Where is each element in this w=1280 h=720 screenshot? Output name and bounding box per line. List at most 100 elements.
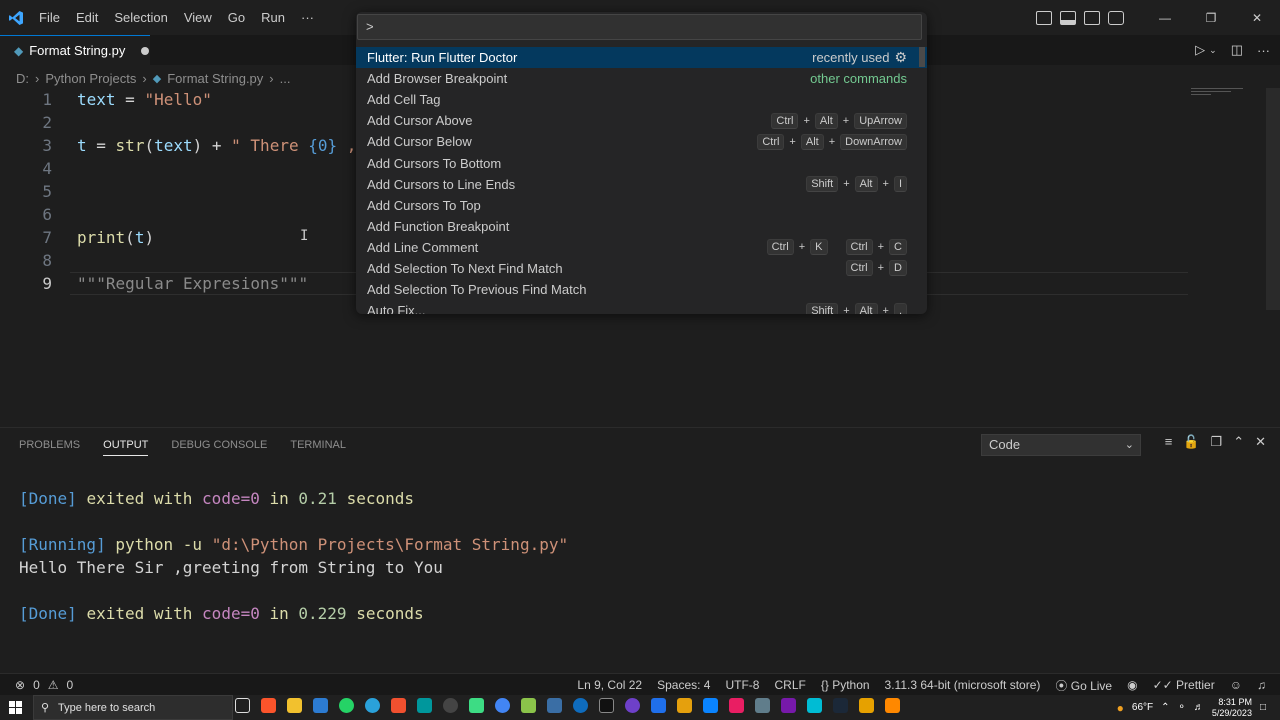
command-list-scrollbar[interactable] (919, 47, 925, 67)
output-channel-select[interactable]: Code ⌄ (981, 434, 1141, 456)
command-item[interactable]: Add Selection To Next Find Match Ctrl + D (356, 258, 927, 279)
menu-file[interactable]: File (31, 0, 68, 35)
lock-icon[interactable]: 🔓 (1183, 434, 1199, 450)
tab-format-string[interactable]: ◆ Format String.py (0, 35, 150, 65)
menu-view[interactable]: View (176, 0, 220, 35)
accounts-icon[interactable]: ☺ (1230, 678, 1242, 692)
tray-overflow-icon[interactable]: ⌃ (1161, 702, 1169, 713)
command-item[interactable]: Flutter: Run Flutter Doctor recently use… (356, 47, 927, 69)
command-palette-input[interactable]: > (357, 14, 922, 40)
chevron-down-icon[interactable]: ⌄ (1209, 45, 1217, 56)
copilot-icon[interactable]: ◉ (1127, 678, 1137, 692)
chrome-icon[interactable] (495, 698, 510, 713)
customize-layout-icon[interactable] (1108, 10, 1124, 25)
go-live-button[interactable]: ⦿ Go Live (1055, 677, 1112, 694)
indentation[interactable]: Spaces: 4 (657, 678, 710, 692)
restore-icon[interactable]: ❐ (1188, 0, 1234, 35)
vscode-icon[interactable] (313, 698, 328, 713)
end-of-line[interactable]: CRLF (774, 678, 805, 692)
volume-icon[interactable]: ♬ (1194, 702, 1204, 713)
terminal-icon[interactable] (599, 698, 614, 713)
whatsapp-icon[interactable] (339, 698, 354, 713)
close-icon[interactable]: ✕ (1234, 0, 1280, 35)
menu-edit[interactable]: Edit (68, 0, 106, 35)
errors-icon[interactable]: ⊗ (15, 678, 25, 692)
command-item[interactable]: Add Browser Breakpoint other commands (356, 68, 927, 89)
close-panel-icon[interactable]: ✕ (1255, 434, 1266, 450)
obs-icon[interactable] (443, 698, 458, 713)
toggle-primary-sidebar-icon[interactable] (1036, 10, 1052, 25)
app-icon[interactable] (807, 698, 822, 713)
warning-count[interactable]: 0 (67, 678, 74, 692)
search-app-icon[interactable] (651, 698, 666, 713)
network-icon[interactable]: ⚬ (1178, 702, 1186, 713)
edge-icon[interactable] (573, 698, 588, 713)
minimap[interactable] (1191, 88, 1251, 102)
app-icon[interactable] (677, 698, 692, 713)
gear-icon[interactable]: ⚙ (894, 49, 907, 66)
encoding[interactable]: UTF-8 (725, 678, 759, 692)
command-item[interactable]: Add Function Breakpoint (356, 216, 927, 237)
error-count[interactable]: 0 (33, 678, 40, 692)
maximize-panel-icon[interactable]: ⌃ (1233, 434, 1244, 450)
notifications-bell-icon[interactable]: ♫ (1257, 678, 1266, 692)
github-icon[interactable] (625, 698, 640, 713)
menu-selection[interactable]: Selection (106, 0, 175, 35)
app-icon[interactable] (729, 698, 744, 713)
app-icon[interactable] (547, 698, 562, 713)
android-studio-icon[interactable] (469, 698, 484, 713)
breadcrumb-more[interactable]: ... (280, 71, 291, 86)
warning-icon[interactable]: ⚠ (48, 678, 59, 692)
vlc-icon[interactable] (885, 698, 900, 713)
toggle-secondary-sidebar-icon[interactable] (1084, 10, 1100, 25)
git-icon[interactable] (391, 698, 406, 713)
brave-icon[interactable] (261, 698, 276, 713)
prettier-button[interactable]: ✓✓ Prettier (1153, 678, 1215, 692)
run-icon[interactable]: ▷ (1195, 42, 1205, 58)
toggle-panel-icon[interactable] (1060, 10, 1076, 25)
clear-output-icon[interactable]: ≡ (1165, 434, 1173, 450)
breadcrumb-drive[interactable]: D: (16, 71, 29, 86)
breadcrumb-folder[interactable]: Python Projects (45, 71, 136, 86)
weather-icon[interactable]: ● (1117, 701, 1124, 715)
split-editor-icon[interactable]: ◫ (1231, 42, 1243, 58)
command-item[interactable]: Auto Fix... Shift + Alt +. (356, 300, 927, 314)
clock[interactable]: 8:31 PM 5/29/2023 (1212, 697, 1252, 719)
taskbar-search[interactable]: ⚲ Type here to search (33, 695, 233, 720)
editor-scrollbar[interactable] (1266, 88, 1280, 310)
unsaved-dot-icon[interactable] (141, 46, 150, 55)
task-view-icon[interactable] (235, 698, 250, 713)
menu-go[interactable]: Go (220, 0, 253, 35)
telegram-icon[interactable] (365, 698, 380, 713)
weather-temp[interactable]: 66°F (1132, 702, 1153, 713)
tab-debug-console[interactable]: DEBUG CONSOLE (171, 439, 267, 451)
app-icon[interactable] (755, 698, 770, 713)
file-explorer-icon[interactable] (287, 698, 302, 713)
breadcrumb-file[interactable]: Format String.py (167, 71, 263, 86)
language-mode[interactable]: {} Python (821, 678, 870, 692)
menu-more[interactable]: ··· (293, 0, 322, 35)
command-item[interactable]: Add Cursors To Bottom (356, 152, 927, 173)
minimize-icon[interactable]: — (1142, 0, 1188, 35)
cursor-position[interactable]: Ln 9, Col 22 (577, 678, 642, 692)
command-item[interactable]: Add Cursor Below Ctrl + Alt + DownArrow (356, 131, 927, 152)
steam-icon[interactable] (833, 698, 848, 713)
command-item[interactable]: Add Cursors To Top (356, 195, 927, 216)
onenote-icon[interactable] (781, 698, 796, 713)
copy-icon[interactable]: ❐ (1211, 434, 1223, 450)
notification-center-icon[interactable]: □ (1260, 702, 1266, 713)
app-icon[interactable] (521, 698, 536, 713)
menu-run[interactable]: Run (253, 0, 293, 35)
command-item[interactable]: Add Selection To Previous Find Match (356, 279, 927, 300)
python-interpreter[interactable]: 3.11.3 64-bit (microsoft store) (885, 678, 1041, 692)
tab-terminal[interactable]: TERMINAL (290, 439, 346, 451)
windows-start-icon[interactable] (9, 701, 22, 714)
app-icon[interactable] (703, 698, 718, 713)
tab-output[interactable]: OUTPUT (103, 434, 149, 456)
arduino-icon[interactable] (417, 698, 432, 713)
command-item[interactable]: Add Line Comment Ctrl + K Ctrl + C (356, 237, 927, 258)
command-item[interactable]: Add Cell Tag (356, 89, 927, 110)
tab-problems[interactable]: PROBLEMS (19, 439, 80, 451)
command-item[interactable]: Add Cursors to Line Ends Shift + Alt + I (356, 174, 927, 195)
app-icon[interactable] (859, 698, 874, 713)
